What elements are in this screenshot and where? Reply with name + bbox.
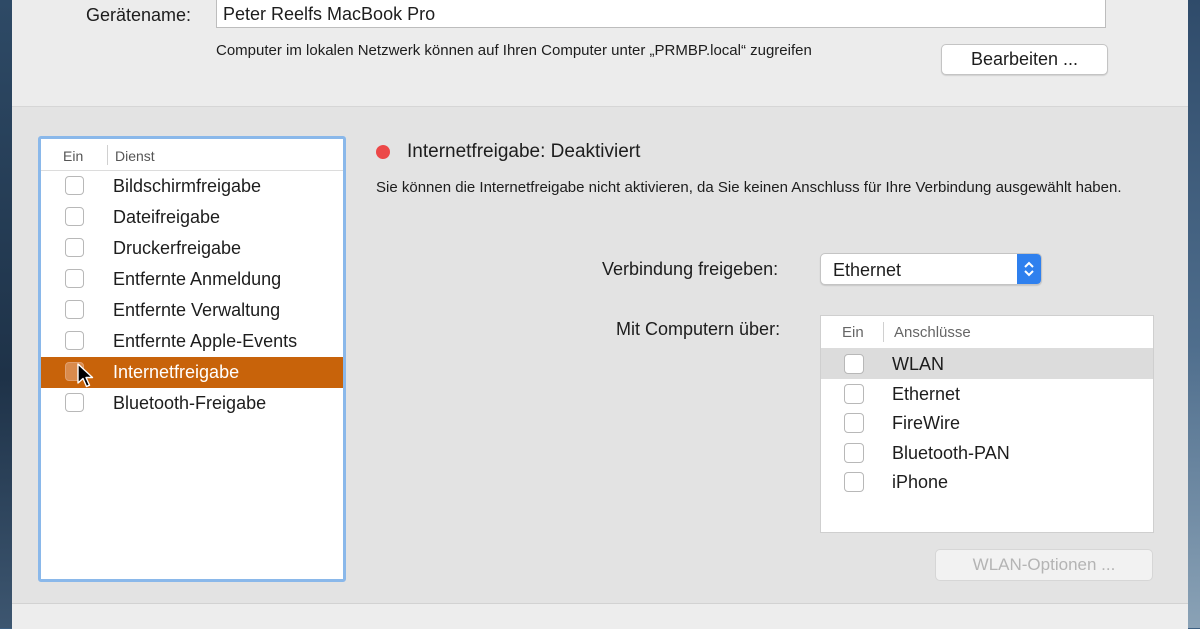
share-connection-value: Ethernet — [833, 260, 902, 280]
ports-list: Ein Anschlüsse WLAN Ethernet FireWire Bl… — [820, 315, 1154, 533]
port-checkbox[interactable] — [844, 413, 864, 433]
service-col-on: Ein — [63, 148, 84, 164]
device-name-field[interactable]: Peter Reelfs MacBook Pro — [216, 0, 1106, 28]
wlan-options-button[interactable]: WLAN-Optionen ... — [935, 549, 1153, 581]
sharing-content: Ein Dienst Bildschirmfreigabe Dateifreig… — [12, 107, 1188, 603]
service-label: Entfernte Apple-Events — [113, 331, 298, 351]
service-checkbox[interactable] — [65, 300, 84, 319]
port-label: Bluetooth-PAN — [892, 442, 1010, 463]
service-row-bildschirmfreigabe[interactable]: Bildschirmfreigabe — [41, 171, 343, 202]
service-row-entfernte-anmeldung[interactable]: Entfernte Anmeldung — [41, 264, 343, 295]
service-label: Entfernte Verwaltung — [113, 300, 281, 320]
port-label: WLAN — [892, 354, 945, 374]
status-indicator-icon — [376, 145, 390, 159]
port-checkbox[interactable] — [844, 472, 864, 492]
port-label: iPhone — [892, 472, 949, 492]
port-label: Ethernet — [892, 383, 961, 404]
service-checkbox[interactable] — [65, 176, 84, 195]
port-label: FireWire — [892, 413, 960, 433]
sharing-preferences-window: Gerätename: Peter Reelfs MacBook Pro Com… — [12, 0, 1188, 629]
service-row-internetfreigabe[interactable]: Internetfreigabe — [41, 357, 343, 388]
service-label: Bluetooth-Freigabe — [113, 393, 267, 413]
port-checkbox[interactable] — [844, 354, 864, 374]
service-row-bluetooth-freigabe[interactable]: Bluetooth-Freigabe — [41, 388, 343, 419]
service-col-service: Dienst — [115, 148, 155, 164]
share-connection-popup[interactable]: Ethernet — [820, 253, 1042, 285]
port-row-bluetooth-pan[interactable]: Bluetooth-PAN — [821, 438, 1153, 468]
service-row-entfernte-apple-events[interactable]: Entfernte Apple-Events — [41, 326, 343, 357]
ports-col-on: Ein — [842, 324, 864, 341]
service-label: Druckerfreigabe — [113, 238, 242, 258]
port-checkbox[interactable] — [844, 442, 864, 463]
window-bottom-bar — [12, 603, 1188, 629]
port-row-firewire[interactable]: FireWire — [821, 408, 1153, 438]
port-row-ethernet[interactable]: Ethernet — [821, 379, 1153, 409]
service-row-entfernte-verwaltung[interactable]: Entfernte Verwaltung — [41, 295, 343, 326]
desktop-background-right — [1188, 0, 1200, 628]
port-checkbox[interactable] — [844, 383, 864, 404]
service-row-druckerfreigabe[interactable]: Druckerfreigabe — [41, 233, 343, 264]
desktop-background-left — [0, 0, 12, 628]
service-checkbox[interactable] — [65, 207, 84, 226]
device-name-label: Gerätename: — [86, 5, 192, 25]
service-label: Internetfreigabe — [113, 362, 240, 382]
ports-list-header: Ein Anschlüsse — [821, 316, 1153, 349]
mouse-pointer-icon — [77, 363, 94, 388]
service-checkbox[interactable] — [65, 393, 84, 412]
service-list: Ein Dienst Bildschirmfreigabe Dateifreig… — [38, 136, 346, 582]
share-connection-label: Verbindung freigeben: — [602, 259, 779, 279]
service-checkbox[interactable] — [65, 238, 84, 257]
service-label: Bildschirmfreigabe — [113, 176, 262, 196]
service-label: Entfernte Anmeldung — [113, 269, 282, 289]
local-network-info: Computer im lokalen Netzwerk können auf … — [216, 42, 812, 59]
service-label: Dateifreigabe — [113, 207, 221, 227]
port-row-wlan[interactable]: WLAN — [821, 349, 1153, 379]
port-row-iphone[interactable]: iPhone — [821, 467, 1153, 497]
service-checkbox[interactable] — [65, 331, 84, 350]
service-list-header: Ein Dienst — [41, 139, 343, 171]
service-row-dateifreigabe[interactable]: Dateifreigabe — [41, 202, 343, 233]
popup-arrows-icon — [1017, 254, 1041, 284]
status-title: Internetfreigabe: Deaktiviert — [407, 141, 641, 162]
to-computers-label: Mit Computern über: — [616, 319, 781, 339]
status-description: Sie können die Internetfreigabe nicht ak… — [376, 179, 1122, 196]
column-divider — [883, 322, 884, 342]
ports-col-name: Anschlüsse — [894, 324, 971, 341]
service-checkbox[interactable] — [65, 269, 84, 288]
column-divider — [107, 145, 108, 165]
edit-button[interactable]: Bearbeiten ... — [941, 44, 1108, 75]
device-name-section: Gerätename: Peter Reelfs MacBook Pro Com… — [12, 0, 1188, 107]
